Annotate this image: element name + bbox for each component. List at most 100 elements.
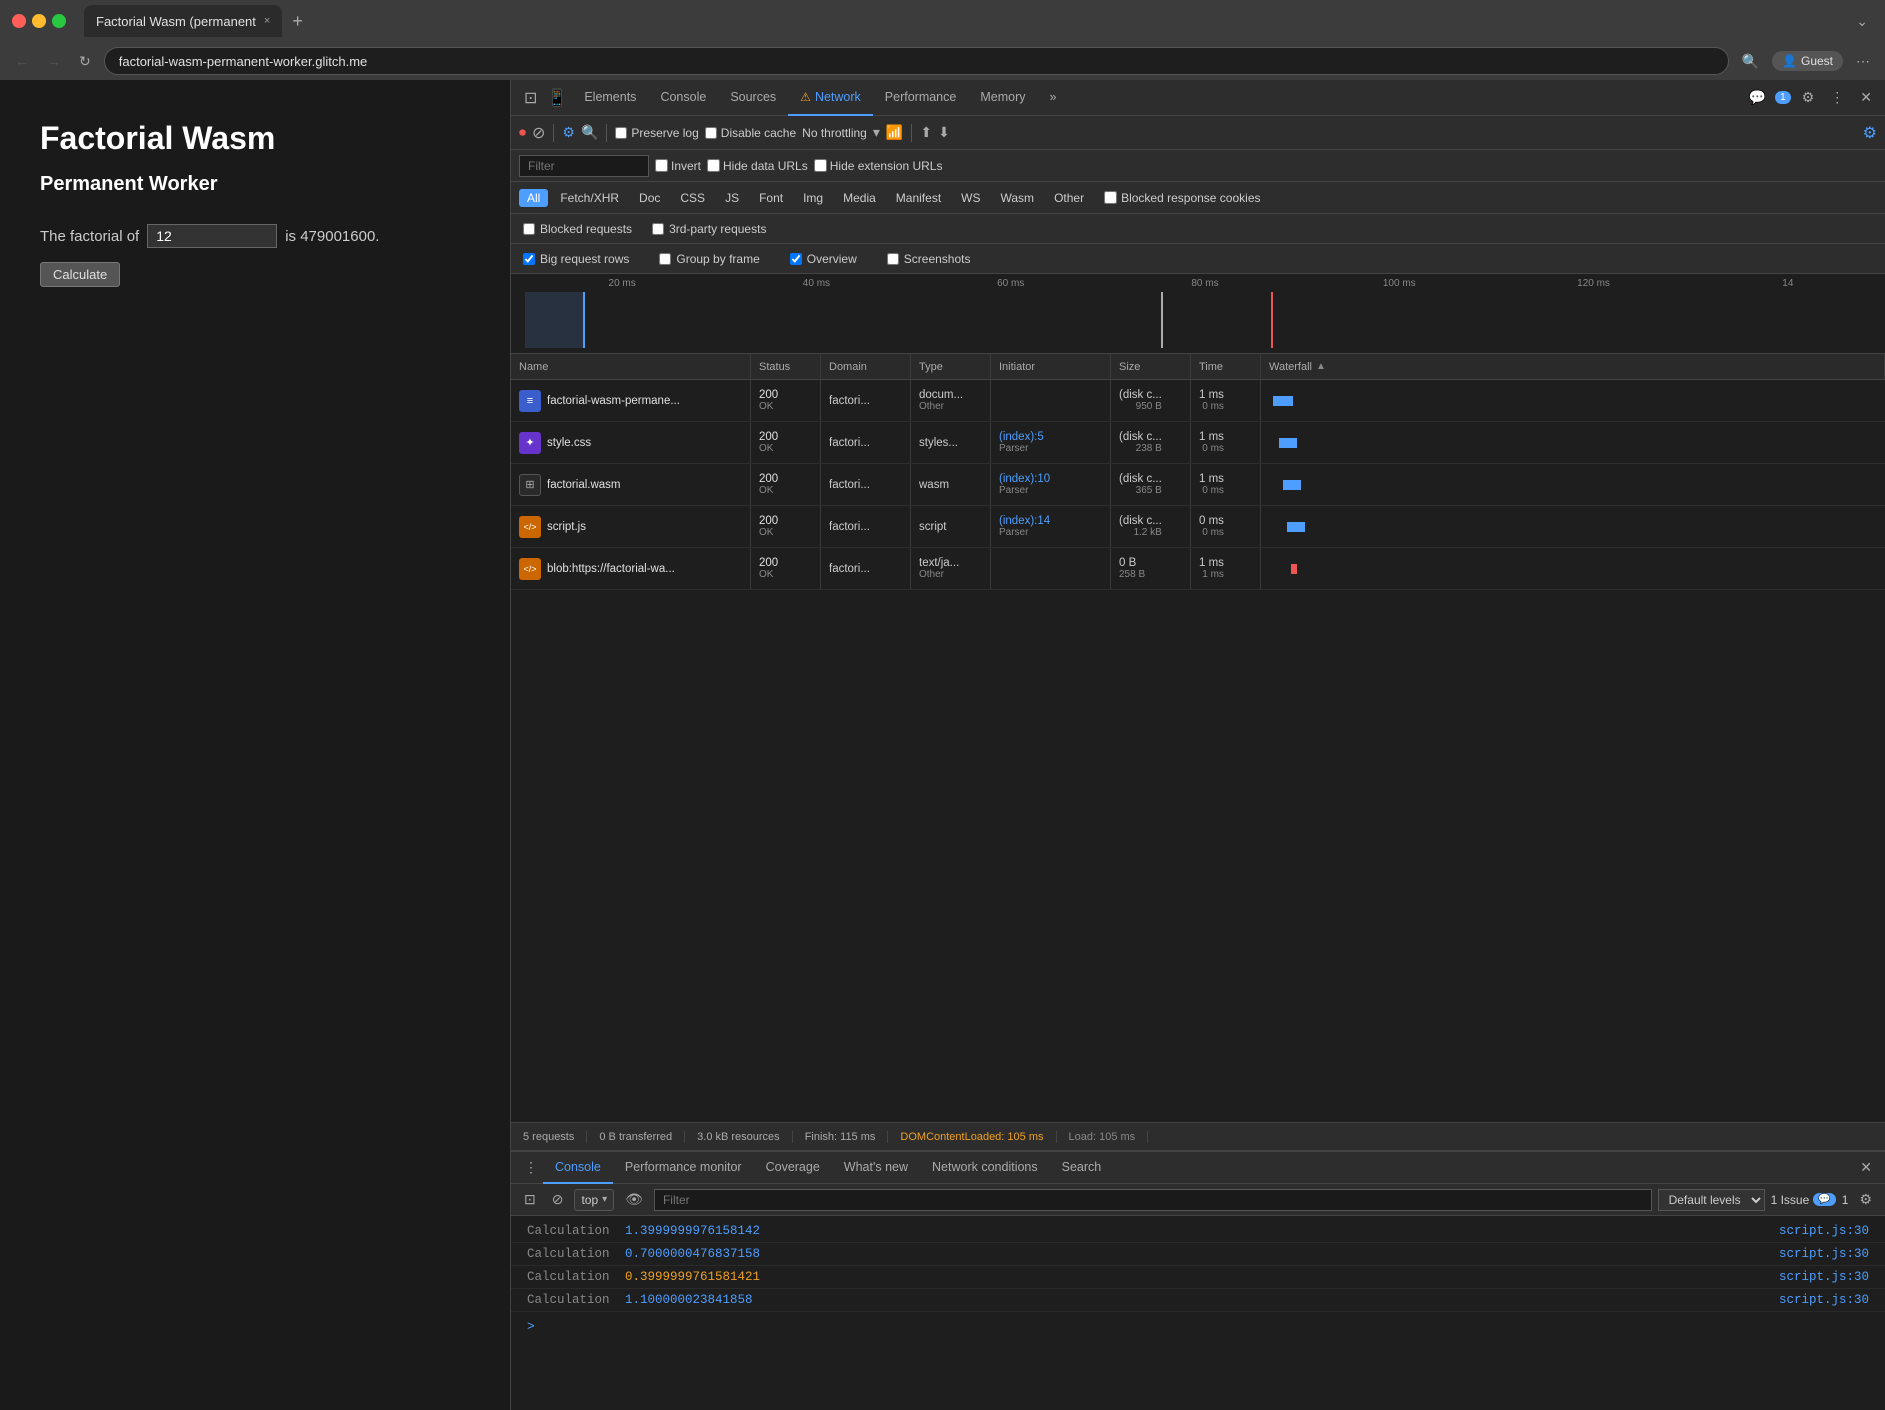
tab-memory[interactable]: Memory xyxy=(968,80,1037,116)
type-btn-all[interactable]: All xyxy=(519,189,548,207)
console-eye-icon[interactable]: 👁 xyxy=(620,1188,648,1211)
group-by-frame-checkbox[interactable] xyxy=(659,253,671,265)
console-tab-console[interactable]: Console xyxy=(543,1152,613,1184)
console-row-3-link[interactable]: script.js:30 xyxy=(1779,1270,1869,1284)
hide-extension-check[interactable]: Hide extension URLs xyxy=(814,159,943,173)
notification-icon[interactable]: 💬 xyxy=(1744,86,1771,109)
overview-checkbox[interactable] xyxy=(790,253,802,265)
console-tab-search[interactable]: Search xyxy=(1050,1152,1114,1184)
active-tab[interactable]: Factorial Wasm (permanent × xyxy=(84,5,282,37)
search-icon[interactable]: 🔍 xyxy=(581,124,598,141)
clear-icon[interactable]: ⊘ xyxy=(532,123,545,143)
big-rows-checkbox[interactable] xyxy=(523,253,535,265)
devtools-inspector-icon[interactable]: ⊡ xyxy=(519,85,542,111)
col-header-waterfall[interactable]: Waterfall ▲ xyxy=(1261,354,1885,379)
more-menu-button[interactable]: ⋯ xyxy=(1851,50,1875,73)
console-prompt[interactable]: > xyxy=(511,1312,1885,1339)
disable-cache-check[interactable]: Disable cache xyxy=(705,126,796,140)
close-button[interactable] xyxy=(12,14,26,28)
console-row-1-link[interactable]: script.js:30 xyxy=(1779,1224,1869,1238)
minimize-button[interactable] xyxy=(32,14,46,28)
col-header-type[interactable]: Type xyxy=(911,354,991,379)
type-btn-font[interactable]: Font xyxy=(751,189,791,207)
console-settings-icon[interactable]: ⚙ xyxy=(1854,1188,1877,1211)
close-console-icon[interactable]: ✕ xyxy=(1855,1156,1877,1179)
export-icon[interactable]: ⬇ xyxy=(938,124,950,141)
screenshots-check[interactable]: Screenshots xyxy=(887,252,971,266)
type-btn-fetch[interactable]: Fetch/XHR xyxy=(552,189,627,207)
hide-data-urls-check[interactable]: Hide data URLs xyxy=(707,159,808,173)
console-tab-whatsnew[interactable]: What's new xyxy=(832,1152,920,1184)
tab-network[interactable]: ⚠ Network xyxy=(788,80,873,116)
filter-icon[interactable]: ⚙ xyxy=(562,124,575,141)
tab-performance[interactable]: Performance xyxy=(873,80,969,116)
throttle-dropdown[interactable]: ▾ xyxy=(873,124,880,141)
reload-button[interactable]: ↻ xyxy=(74,50,96,73)
issues-badge[interactable]: 💬 xyxy=(1813,1193,1835,1206)
invert-checkbox[interactable] xyxy=(655,159,668,172)
type-btn-manifest[interactable]: Manifest xyxy=(888,189,949,207)
type-btn-js[interactable]: JS xyxy=(717,189,747,207)
col-header-initiator[interactable]: Initiator xyxy=(991,354,1111,379)
new-tab-button[interactable]: + xyxy=(286,11,309,32)
console-tab-performance[interactable]: Performance monitor xyxy=(613,1152,754,1184)
blocked-requests-checkbox[interactable] xyxy=(523,223,535,235)
address-bar[interactable]: factorial-wasm-permanent-worker.glitch.m… xyxy=(104,47,1729,75)
console-sidebar-icon[interactable]: ⊡ xyxy=(519,1188,541,1211)
record-icon[interactable]: ⏺ xyxy=(519,124,526,141)
overview-check[interactable]: Overview xyxy=(790,252,857,266)
back-button[interactable]: ← xyxy=(10,50,34,72)
network-settings-icon[interactable]: ⚙ xyxy=(1863,123,1877,143)
window-controls[interactable]: ⌄ xyxy=(1851,10,1873,33)
console-tab-network-conditions[interactable]: Network conditions xyxy=(920,1152,1050,1184)
blocked-requests-check[interactable]: Blocked requests xyxy=(523,222,632,236)
more-options-icon[interactable]: ⋮ xyxy=(1825,86,1849,109)
invert-check[interactable]: Invert xyxy=(655,159,701,173)
console-row-4-link[interactable]: script.js:30 xyxy=(1779,1293,1869,1307)
calculate-button[interactable]: Calculate xyxy=(40,262,120,287)
blocked-cookies-check[interactable]: Blocked response cookies xyxy=(1104,191,1260,205)
screenshots-checkbox[interactable] xyxy=(887,253,899,265)
table-row[interactable]: </> script.js 200 OK factori... script (… xyxy=(511,506,1885,548)
type-btn-img[interactable]: Img xyxy=(795,189,831,207)
console-tab-coverage[interactable]: Coverage xyxy=(754,1152,832,1184)
online-icon[interactable]: 📶 xyxy=(886,124,903,141)
col-header-name[interactable]: Name xyxy=(511,354,751,379)
tab-elements[interactable]: Elements xyxy=(572,80,648,116)
forward-button[interactable]: → xyxy=(42,50,66,72)
col-header-size[interactable]: Size xyxy=(1111,354,1191,379)
type-btn-wasm[interactable]: Wasm xyxy=(993,189,1043,207)
console-row-2-link[interactable]: script.js:30 xyxy=(1779,1247,1869,1261)
settings-icon[interactable]: ⚙ xyxy=(1797,86,1820,109)
type-btn-css[interactable]: CSS xyxy=(672,189,713,207)
third-party-check[interactable]: 3rd-party requests xyxy=(652,222,766,236)
hide-extension-checkbox[interactable] xyxy=(814,159,827,172)
console-clear-icon[interactable]: ⊘ xyxy=(547,1188,569,1211)
table-row[interactable]: </> blob:https://factorial-wa... 200 OK … xyxy=(511,548,1885,590)
filter-input[interactable] xyxy=(519,155,649,177)
zoom-icon[interactable]: 🔍 xyxy=(1737,50,1764,73)
row-2-initiator-link[interactable]: (index):5 xyxy=(999,431,1044,443)
top-selector[interactable]: top ▾ xyxy=(574,1189,614,1211)
tab-close-icon[interactable]: × xyxy=(264,15,270,27)
factorial-input[interactable] xyxy=(147,224,277,248)
col-header-domain[interactable]: Domain xyxy=(821,354,911,379)
col-header-status[interactable]: Status xyxy=(751,354,821,379)
close-devtools-icon[interactable]: ✕ xyxy=(1855,86,1877,109)
table-row[interactable]: ⊞ factorial.wasm 200 OK factori... wasm … xyxy=(511,464,1885,506)
type-btn-ws[interactable]: WS xyxy=(953,189,988,207)
blocked-cookies-checkbox[interactable] xyxy=(1104,191,1117,204)
big-rows-check[interactable]: Big request rows xyxy=(523,252,629,266)
table-row[interactable]: ✦ style.css 200 OK factori... styles... … xyxy=(511,422,1885,464)
import-icon[interactable]: ⬆ xyxy=(920,124,932,141)
console-level-select[interactable]: Default levels xyxy=(1658,1189,1765,1211)
preserve-log-check[interactable]: Preserve log xyxy=(615,126,698,140)
third-party-checkbox[interactable] xyxy=(652,223,664,235)
maximize-button[interactable] xyxy=(52,14,66,28)
console-menu-icon[interactable]: ⋮ xyxy=(519,1156,543,1179)
col-header-time[interactable]: Time xyxy=(1191,354,1261,379)
type-btn-media[interactable]: Media xyxy=(835,189,884,207)
tab-more[interactable]: » xyxy=(1038,80,1069,116)
devtools-device-icon[interactable]: 📱 xyxy=(542,85,572,111)
table-row[interactable]: ≡ factorial-wasm-permane... 200 OK facto… xyxy=(511,380,1885,422)
